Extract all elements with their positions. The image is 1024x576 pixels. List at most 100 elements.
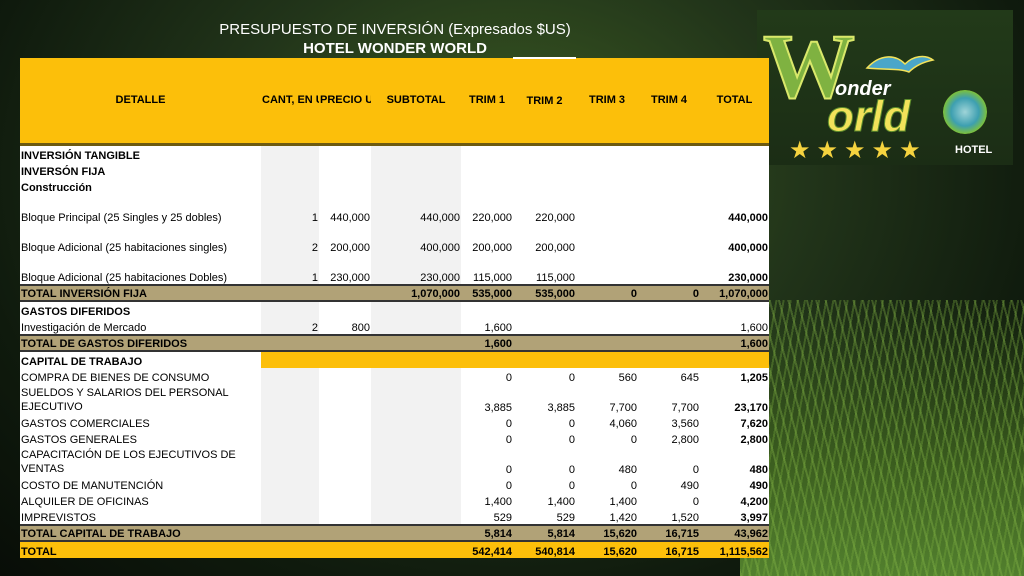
- cell-value: [261, 476, 319, 492]
- cell-value: [261, 178, 319, 194]
- header-trim-3: TRIM 3: [576, 58, 638, 146]
- cell-value: [513, 144, 576, 162]
- cell-value: [261, 540, 319, 558]
- cell-value: [638, 224, 700, 254]
- cell-value: 0: [513, 446, 576, 476]
- cell-value: [261, 384, 319, 414]
- bird-icon: [865, 55, 935, 73]
- cell-value: [319, 301, 371, 318]
- cell-value: 0: [461, 430, 513, 446]
- row-label: ALQUILER DE OFICINAS: [20, 492, 261, 508]
- row-label: Construcción: [20, 178, 261, 194]
- cell-value: [371, 384, 461, 414]
- cell-value: [700, 351, 769, 368]
- cell-value: [576, 351, 638, 368]
- cell-value: [261, 351, 319, 368]
- row-label: Investigación de Mercado: [20, 318, 261, 335]
- cell-value: 560: [576, 368, 638, 384]
- cell-value: [371, 446, 461, 476]
- cell-value: 0: [513, 414, 576, 430]
- cell-value: [371, 368, 461, 384]
- cell-value: [513, 162, 576, 178]
- cell-value: 480: [700, 446, 769, 476]
- cell-value: [461, 144, 513, 162]
- row-label: GASTOS DIFERIDOS: [20, 301, 261, 318]
- cell-value: [319, 284, 371, 302]
- cell-value: 1,205: [700, 368, 769, 384]
- cell-value: 0: [513, 430, 576, 446]
- cell-value: 1,600: [700, 334, 769, 352]
- cell-value: [576, 318, 638, 335]
- row-label: TOTAL INVERSIÓN FIJA: [20, 284, 261, 302]
- hotel-logo: W onder orld ★★★★★ HOTEL: [757, 10, 1013, 165]
- cell-value: [638, 178, 700, 194]
- cell-value: 5,814: [513, 524, 576, 542]
- row-label: IMPREVISTOS: [20, 508, 261, 525]
- row-label: TOTAL DE GASTOS DIFERIDOS: [20, 334, 261, 352]
- table-row: TOTAL 542,414 540,814 15,620 16,715 1,115,562: [20, 540, 769, 558]
- header-trim-2: TRIM 2: [513, 57, 576, 146]
- cell-value: 400,000: [371, 224, 461, 254]
- cell-value: [513, 351, 576, 368]
- logo-word-orld: orld: [826, 92, 911, 142]
- cell-value: 1,070,000: [371, 284, 461, 302]
- cell-value: [261, 144, 319, 162]
- cell-value: [513, 301, 576, 318]
- cell-value: 200,000: [461, 224, 513, 254]
- table-row: ALQUILER DE OFICINAS 1,400 1,400 1,400 0 4,20…: [20, 492, 769, 508]
- cell-value: 1,420: [576, 508, 638, 525]
- cell-value: [461, 162, 513, 178]
- cell-value: 440,000: [319, 194, 371, 224]
- cell-value: 4,200: [700, 492, 769, 508]
- cell-value: [319, 430, 371, 446]
- cell-value: [261, 508, 319, 525]
- cell-value: 800: [319, 318, 371, 335]
- header-subtotal: SUBTOTAL: [371, 58, 461, 146]
- table-row: INVERSIÓN TANGIBLE: [20, 144, 769, 162]
- cell-value: 0: [513, 368, 576, 384]
- cell-value: 16,715: [638, 524, 700, 542]
- cell-value: 400,000: [700, 224, 769, 254]
- cell-value: [319, 492, 371, 508]
- table-row: Investigación de Mercado 2 800 1,600 1,600: [20, 318, 769, 335]
- cell-value: [261, 430, 319, 446]
- cell-value: 1: [261, 194, 319, 224]
- cell-value: [319, 368, 371, 384]
- header-trim-1: TRIM 1: [461, 58, 513, 146]
- cell-value: 535,000: [461, 284, 513, 302]
- cell-value: [319, 476, 371, 492]
- cell-value: [261, 492, 319, 508]
- cell-value: [513, 178, 576, 194]
- cell-value: [638, 334, 700, 352]
- cell-value: 542,414: [461, 540, 513, 558]
- cell-value: [261, 524, 319, 542]
- cell-value: [638, 162, 700, 178]
- cell-value: 2: [261, 224, 319, 254]
- cell-value: [461, 178, 513, 194]
- cell-value: [319, 446, 371, 476]
- sun-icon: [943, 90, 987, 134]
- cell-value: [513, 318, 576, 335]
- cell-value: 200,000: [319, 224, 371, 254]
- cell-value: [576, 224, 638, 254]
- header-cantidad: CANT, EN UNID.: [261, 58, 319, 146]
- cell-value: [576, 334, 638, 352]
- cell-value: 7,620: [700, 414, 769, 430]
- cell-value: [576, 254, 638, 285]
- cell-value: [319, 414, 371, 430]
- logo-caption: HOTEL: [955, 144, 993, 156]
- cell-value: [576, 178, 638, 194]
- cell-value: [371, 524, 461, 542]
- cell-value: [261, 301, 319, 318]
- cell-value: [700, 144, 769, 162]
- cell-value: 1,600: [461, 318, 513, 335]
- cell-value: 490: [638, 476, 700, 492]
- cell-value: 0: [576, 284, 638, 302]
- cell-value: 1,600: [461, 334, 513, 352]
- cell-value: 230,000: [700, 254, 769, 285]
- page-title: PRESUPUESTO DE INVERSIÓN (Expresados $US…: [150, 20, 640, 58]
- table-row: INVERSÓN FIJA: [20, 162, 769, 178]
- row-label: SUELDOS Y SALARIOS DEL PERSONAL EJECUTIV…: [20, 384, 261, 414]
- cell-value: [319, 508, 371, 525]
- budget-table: DETALLE CANT, EN UNID. PRECIO UNIT. BRUT…: [20, 57, 769, 558]
